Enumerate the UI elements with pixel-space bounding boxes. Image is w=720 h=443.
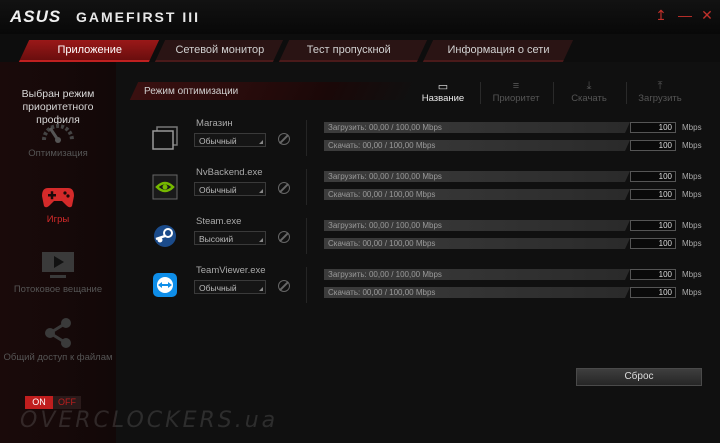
upload-limit-input[interactable]: 100 xyxy=(630,122,676,133)
app-name: Steam.exe xyxy=(196,216,242,227)
app-title: GAMEFIRST III xyxy=(76,9,200,25)
tag-icon: ▭ xyxy=(437,81,449,93)
block-icon[interactable] xyxy=(278,280,290,292)
app-name: NvBackend.exe xyxy=(196,167,263,178)
unit-label: Mbps xyxy=(682,221,702,230)
app-name: Магазин xyxy=(196,118,233,129)
upload-limit-input[interactable]: 100 xyxy=(630,220,676,231)
sidebar-item-label: Оптимизация xyxy=(28,148,88,159)
app-row: Steam.exe Высокий Загрузить: 00,00 / 100… xyxy=(116,216,720,264)
divider xyxy=(480,82,481,104)
gamepad-icon xyxy=(42,188,74,208)
upload-bar: Загрузить: 00,00 / 100,00 Mbps xyxy=(324,122,630,133)
upload-bar: Загрузить: 00,00 / 100,00 Mbps xyxy=(324,171,630,182)
app-name: TeamViewer.exe xyxy=(196,265,266,276)
priority-lines-icon: ≡ xyxy=(512,80,520,92)
download-bar: Скачать: 00,00 / 100,00 Mbps xyxy=(324,189,630,200)
block-icon[interactable] xyxy=(278,133,290,145)
unit-label: Mbps xyxy=(682,270,702,279)
unit-label: Mbps xyxy=(682,172,702,181)
close-button[interactable]: ✕ xyxy=(698,6,716,24)
minimize-button[interactable]: — xyxy=(676,6,694,24)
priority-select[interactable]: Обычный xyxy=(194,182,266,196)
teamviewer-icon xyxy=(153,273,177,297)
speedometer-icon xyxy=(42,124,74,143)
upload-limit-input[interactable]: 100 xyxy=(630,269,676,280)
reset-button[interactable]: Сброс xyxy=(576,368,702,386)
title-bar: ASUS GAMEFIRST III ↥ — ✕ xyxy=(0,0,720,34)
block-icon[interactable] xyxy=(278,182,290,194)
optimization-mode-label: Режим оптимизации xyxy=(144,86,239,97)
sidebar-item-streaming[interactable]: Потоковое вещание xyxy=(0,250,116,295)
tab-application[interactable]: Приложение xyxy=(18,40,160,62)
steam-icon xyxy=(154,225,176,247)
watermark: OVERCLOCKERS.ua xyxy=(20,408,279,433)
download-bar: Скачать: 00,00 / 100,00 Mbps xyxy=(324,140,630,151)
unit-label: Mbps xyxy=(682,288,702,297)
unit-label: Mbps xyxy=(682,123,702,132)
priority-select[interactable]: Обычный xyxy=(194,280,266,294)
priority-select[interactable]: Высокий xyxy=(194,231,266,245)
tab-network-monitor[interactable]: Сетевой монитор xyxy=(154,40,284,62)
unit-label: Mbps xyxy=(682,239,702,248)
sidebar-item-games[interactable]: Игры xyxy=(0,182,116,225)
tab-network-info[interactable]: Информация о сети xyxy=(422,40,574,62)
profile-sidebar: Выбран режим приоритетного профиля Оптим… xyxy=(0,62,116,443)
download-limit-input[interactable]: 100 xyxy=(630,238,676,249)
nvidia-icon xyxy=(152,174,178,200)
unit-label: Mbps xyxy=(682,190,702,199)
upload-bar: Загрузить: 00,00 / 100,00 Mbps xyxy=(324,220,630,231)
sort-by-download-button[interactable]: ⤓ Скачать xyxy=(559,80,619,104)
main-tabs: Приложение Сетевой монитор Тест пропускн… xyxy=(0,40,720,76)
divider xyxy=(553,82,554,104)
main-panel: Режим оптимизации ▭ Название ≡ Приоритет… xyxy=(116,62,720,443)
sidebar-item-file-sharing[interactable]: Общий доступ к файлам xyxy=(0,318,116,363)
asus-logo: ASUS xyxy=(10,7,62,26)
collapse-icon[interactable]: ↥ xyxy=(652,6,670,24)
app-row: NvBackend.exe Обычный Загрузить: 00,00 /… xyxy=(116,167,720,215)
tab-bandwidth-test[interactable]: Тест пропускной способности xyxy=(278,40,428,76)
download-limit-input[interactable]: 100 xyxy=(630,287,676,298)
download-bar: Скачать: 00,00 / 100,00 Mbps xyxy=(324,287,630,298)
store-window-icon xyxy=(152,126,178,150)
divider xyxy=(626,82,627,104)
upload-icon: ⤒ xyxy=(657,80,663,92)
sort-by-name-button[interactable]: ▭ Название xyxy=(413,80,473,104)
sort-by-priority-button[interactable]: ≡ Приоритет xyxy=(486,80,546,104)
upload-bar: Загрузить: 00,00 / 100,00 Mbps xyxy=(324,269,630,280)
sidebar-item-label: Потоковое вещание xyxy=(13,284,103,295)
sidebar-item-label: Общий доступ к файлам xyxy=(3,352,113,363)
sidebar-item-label: Игры xyxy=(46,214,70,225)
divider xyxy=(306,218,307,254)
sidebar-item-optimization[interactable]: Оптимизация xyxy=(0,116,116,159)
download-bar: Скачать: 00,00 / 100,00 Mbps xyxy=(324,238,630,249)
divider xyxy=(306,120,307,156)
upload-limit-input[interactable]: 100 xyxy=(630,171,676,182)
divider xyxy=(306,267,307,303)
priority-select[interactable]: Обычный xyxy=(194,133,266,147)
sort-by-upload-button[interactable]: ⤒ Загрузить xyxy=(630,80,690,104)
download-icon: ⤓ xyxy=(586,80,592,92)
download-limit-input[interactable]: 100 xyxy=(630,189,676,200)
divider xyxy=(306,169,307,205)
block-icon[interactable] xyxy=(278,231,290,243)
video-play-icon xyxy=(42,252,74,278)
unit-label: Mbps xyxy=(682,141,702,150)
share-icon xyxy=(45,318,71,348)
app-row: TeamViewer.exe Обычный Загрузить: 00,00 … xyxy=(116,265,720,313)
download-limit-input[interactable]: 100 xyxy=(630,140,676,151)
app-row: Магазин Обычный Загрузить: 00,00 / 100,0… xyxy=(116,118,720,166)
